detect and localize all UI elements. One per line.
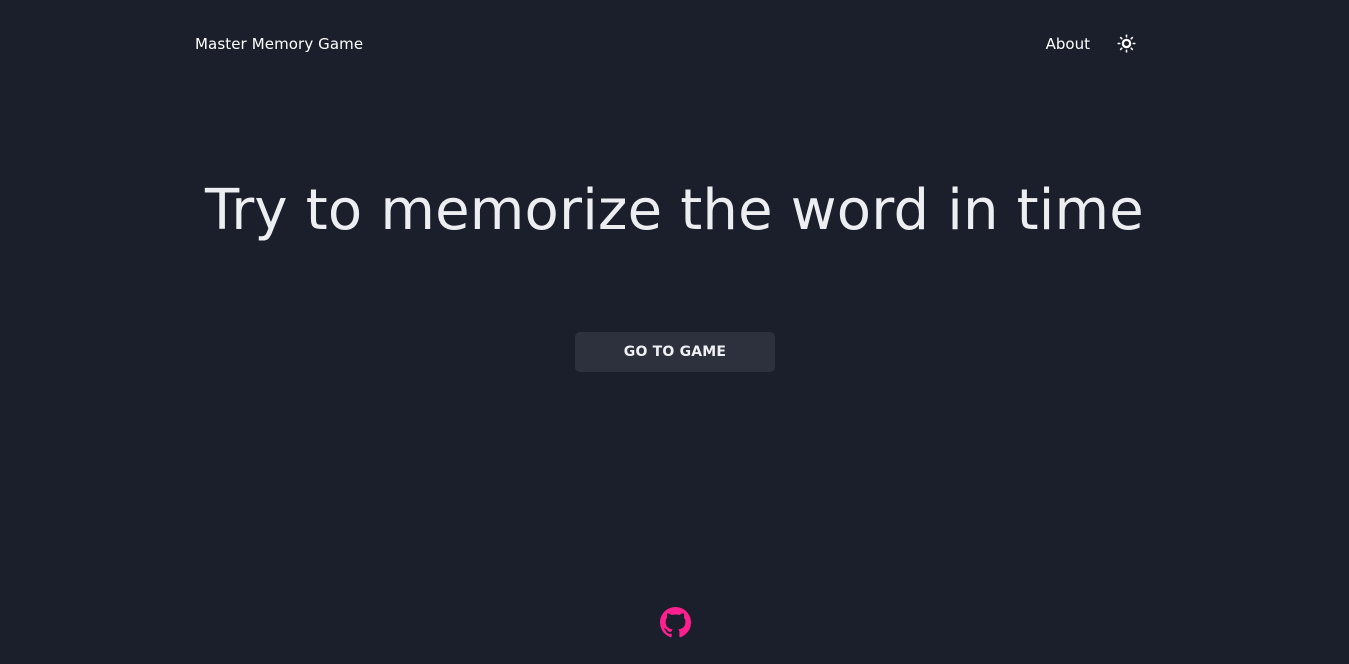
hero-title: Try to memorize the word in time <box>205 178 1144 243</box>
sun-icon <box>1116 34 1136 53</box>
navbar: Master Memory Game About <box>195 30 1136 57</box>
nav-right: About <box>1046 34 1136 54</box>
page: Master Memory Game About Try to memorize… <box>0 0 1349 664</box>
theme-toggle-button[interactable] <box>1116 34 1136 54</box>
github-icon <box>660 607 691 638</box>
github-link[interactable] <box>660 607 691 638</box>
about-link[interactable]: About <box>1046 35 1090 53</box>
go-to-game-button[interactable]: GO TO GAME <box>575 332 775 372</box>
brand-link[interactable]: Master Memory Game <box>195 35 363 53</box>
